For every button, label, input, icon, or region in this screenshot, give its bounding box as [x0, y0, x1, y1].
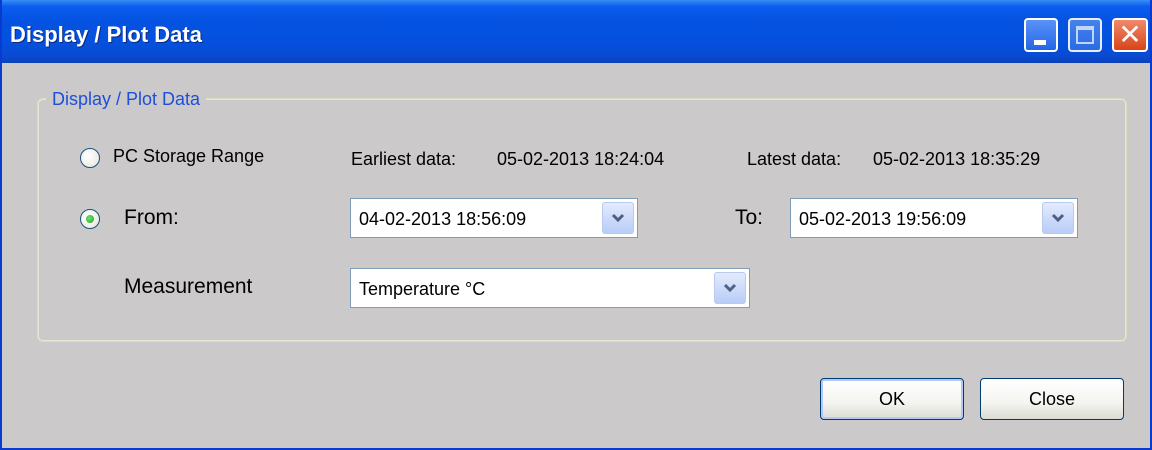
- maximize-button[interactable]: [1068, 18, 1102, 52]
- chevron-down-icon: [723, 283, 737, 293]
- measurement-value: Temperature °C: [359, 279, 486, 299]
- title-bar[interactable]: Display / Plot Data ✕: [2, 0, 1150, 63]
- close-icon: ✕: [1118, 18, 1142, 51]
- chevron-down-icon: [611, 213, 625, 223]
- from-label[interactable]: From:: [124, 206, 179, 230]
- latest-data-label: Latest data:: [747, 149, 842, 169]
- to-dropdown-button[interactable]: [1042, 202, 1074, 234]
- to-date-combobox[interactable]: 05-02-2013 19:56:09: [790, 198, 1078, 238]
- from-date-combobox[interactable]: 04-02-2013 18:56:09: [350, 198, 638, 238]
- radio-selected-dot: [86, 215, 94, 223]
- dialog-window: Display / Plot Data ✕ Display / Plot Dat…: [0, 0, 1152, 450]
- measurement-label: Measurement: [124, 275, 253, 298]
- close-window-button[interactable]: ✕: [1112, 18, 1148, 52]
- pc-storage-range-label[interactable]: PC Storage Range: [113, 146, 264, 167]
- measurement-dropdown-button[interactable]: [714, 272, 746, 304]
- to-date-value: 05-02-2013 19:56:09: [799, 209, 967, 229]
- window-title: Display / Plot Data: [10, 22, 202, 47]
- to-label: To:: [735, 206, 764, 229]
- close-button[interactable]: Close: [980, 378, 1124, 420]
- measurement-combobox[interactable]: Temperature °C: [350, 268, 750, 308]
- ok-button[interactable]: OK: [820, 378, 964, 420]
- minimize-button[interactable]: [1024, 18, 1058, 52]
- maximize-icon: [1076, 26, 1094, 44]
- chevron-down-icon: [1051, 213, 1065, 223]
- earliest-data-label: Earliest data:: [351, 149, 457, 169]
- pc-storage-range-radio[interactable]: [80, 148, 100, 168]
- groupbox-legend: Display / Plot Data: [46, 88, 207, 110]
- from-dropdown-button[interactable]: [602, 202, 634, 234]
- minimize-icon: [1034, 40, 1046, 45]
- latest-data-value: 05-02-2013 18:35:29: [873, 149, 1041, 169]
- earliest-data-value: 05-02-2013 18:24:04: [497, 149, 665, 169]
- from-radio[interactable]: [80, 209, 100, 229]
- from-date-value: 04-02-2013 18:56:09: [359, 209, 527, 229]
